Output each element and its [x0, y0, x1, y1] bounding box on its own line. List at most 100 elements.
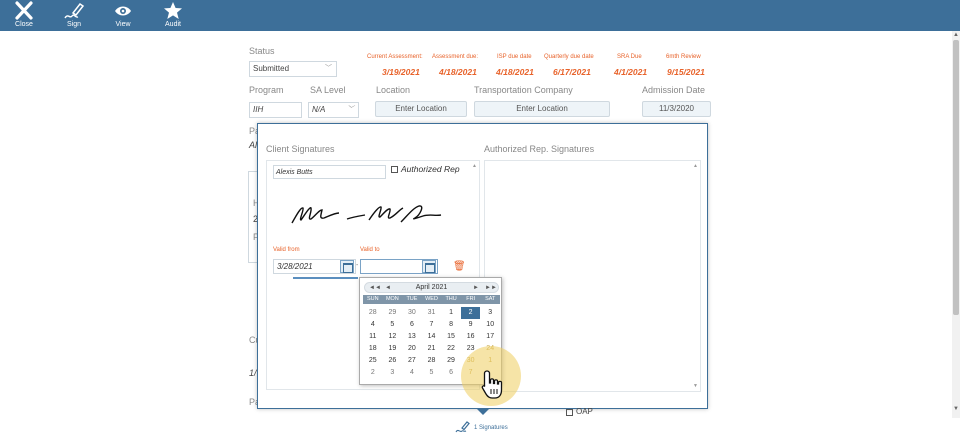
status-value: Submitted — [253, 64, 290, 73]
sa-level-label: SA Level — [310, 85, 346, 95]
six-month-review-label: 6mth Review — [666, 54, 701, 60]
client-signature-image — [291, 205, 442, 224]
next-year-icon[interactable]: ►► — [485, 283, 497, 293]
partial-value: 1/ — [249, 368, 257, 378]
close-button[interactable]: Close — [9, 0, 39, 31]
calendar-day[interactable]: 15 — [441, 331, 461, 343]
calendar-day[interactable]: 5 — [422, 367, 442, 379]
calendar-day[interactable]: 28 — [363, 307, 383, 319]
signature-pen-icon — [64, 2, 85, 19]
calendar-day[interactable]: 6 — [402, 319, 422, 331]
sa-level-select[interactable]: N/A ﹀ — [308, 102, 359, 118]
isp-due-value: 4/18/2021 — [496, 67, 534, 77]
calendar-day[interactable]: 14 — [422, 331, 442, 343]
calendar-day[interactable]: 21 — [422, 343, 442, 355]
weekday-label: TUE — [406, 296, 418, 302]
calendar-icon[interactable] — [340, 260, 354, 273]
panel-scroll-down-icon[interactable]: ▼ — [693, 383, 698, 389]
trash-icon[interactable]: 🗑 — [453, 261, 466, 272]
sign-label: Sign — [66, 21, 81, 28]
enter-transportation-button[interactable]: Enter Location — [474, 101, 610, 117]
program-field[interactable]: IIH — [249, 102, 302, 118]
calendar-day[interactable]: 4 — [402, 367, 422, 379]
valid-to-label: Valid to — [360, 247, 380, 253]
valid-from-input[interactable]: 3/28/2021 — [273, 259, 356, 274]
calendar-day[interactable]: 29 — [441, 355, 461, 367]
admission-date-field[interactable]: 11/3/2020 — [642, 101, 711, 117]
oap-label: OAP — [576, 407, 593, 416]
calendar-day[interactable]: 1 — [441, 307, 461, 319]
view-button[interactable]: View — [108, 0, 138, 31]
calendar-day[interactable]: 16 — [461, 331, 481, 343]
calendar-day[interactable]: 6 — [441, 367, 461, 379]
calendar-day[interactable]: 2 — [460, 307, 481, 319]
enter-location-button[interactable]: Enter Location — [375, 101, 467, 117]
signature-count[interactable]: 1 Signatures — [474, 425, 508, 431]
calendar-day[interactable]: 3 — [383, 367, 403, 379]
calendar-day[interactable]: 27 — [402, 355, 422, 367]
calendar-day[interactable]: 7 — [422, 319, 442, 331]
calendar-day[interactable]: 31 — [422, 307, 442, 319]
program-value: IIH — [253, 105, 264, 114]
valid-from-label: Valid from — [273, 247, 300, 253]
calendar-day[interactable]: 5 — [383, 319, 403, 331]
calendar-day[interactable]: 12 — [383, 331, 403, 343]
calendar-day[interactable]: 25 — [363, 355, 383, 367]
quarterly-due-value: 6/17/2021 — [553, 67, 591, 77]
weekday-label: FRI — [466, 296, 476, 302]
calendar-day[interactable]: 26 — [383, 355, 403, 367]
top-toolbar: Close Sign View Audit — [0, 0, 960, 31]
chevron-down-icon: ﹀ — [347, 106, 354, 113]
calendar-day[interactable]: 22 — [441, 343, 461, 355]
weekday-header: SUN MON TUE WED THU FRI SAT — [363, 295, 500, 304]
calendar-day[interactable]: 10 — [480, 319, 500, 331]
current-assessment-label: Current Assessment: — [367, 54, 423, 60]
calendar-day[interactable]: 20 — [402, 343, 422, 355]
calendar-day[interactable]: 13 — [402, 331, 422, 343]
calendar-day[interactable]: 18 — [363, 343, 383, 355]
close-icon — [15, 1, 33, 20]
sign-button[interactable]: Sign — [59, 0, 89, 31]
calendar-day[interactable]: 17 — [480, 331, 500, 343]
focus-underline — [293, 277, 358, 279]
calendar-day[interactable]: 2 — [363, 367, 383, 379]
weekday-label: MON — [385, 296, 399, 302]
calendar-day[interactable]: 30 — [402, 307, 422, 319]
client-signatures-title: Client Signatures — [266, 144, 335, 154]
current-assessment-value: 3/19/2021 — [382, 67, 420, 77]
authorized-rep-checkbox[interactable] — [391, 166, 398, 173]
scroll-down-arrow-icon[interactable]: ▼ — [952, 405, 960, 413]
calendar-day[interactable]: 4 — [363, 319, 383, 331]
authorized-rep-label: Authorized Rep — [401, 164, 460, 174]
sra-due-label: SRA Due — [617, 54, 642, 60]
client-name-field[interactable]: Alexis Butts — [273, 165, 386, 179]
audit-button[interactable]: Audit — [158, 0, 188, 31]
authorized-signature-panel: ▲ ▼ — [484, 160, 701, 392]
scrollbar-thumb[interactable] — [953, 40, 959, 315]
calendar-day[interactable]: 3 — [480, 307, 500, 319]
calendar-icon[interactable] — [422, 260, 436, 273]
eye-icon — [115, 6, 131, 16]
hand-cursor-icon — [481, 370, 503, 399]
weekday-label: THU — [445, 296, 457, 302]
status-select[interactable]: Submitted ﹀ — [249, 61, 337, 77]
panel-scroll-up-icon[interactable]: ▲ — [693, 163, 698, 169]
close-label: Close — [15, 21, 33, 28]
valid-to-input[interactable] — [360, 259, 438, 274]
assessment-due-value: 4/18/2021 — [439, 67, 477, 77]
next-month-icon[interactable]: ► — [473, 283, 479, 293]
panel-scroll-up-icon[interactable]: ▲ — [472, 163, 477, 169]
sra-due-value: 4/1/2021 — [614, 67, 648, 77]
chevron-down-icon: ﹀ — [325, 65, 332, 72]
sa-level-value: N/A — [312, 105, 326, 114]
oap-checkbox[interactable] — [566, 409, 573, 416]
scroll-up-arrow-icon[interactable]: ▲ — [952, 31, 960, 39]
calendar-day[interactable]: 19 — [383, 343, 403, 355]
admission-date-label: Admission Date — [642, 85, 706, 95]
calendar-day[interactable]: 28 — [422, 355, 442, 367]
datepicker-header: ◄◄ ◄ April 2021 ► ►► — [364, 282, 499, 293]
calendar-day[interactable]: 11 — [363, 331, 383, 343]
calendar-day[interactable]: 8 — [441, 319, 461, 331]
calendar-day[interactable]: 29 — [383, 307, 403, 319]
calendar-day[interactable]: 9 — [461, 319, 481, 331]
